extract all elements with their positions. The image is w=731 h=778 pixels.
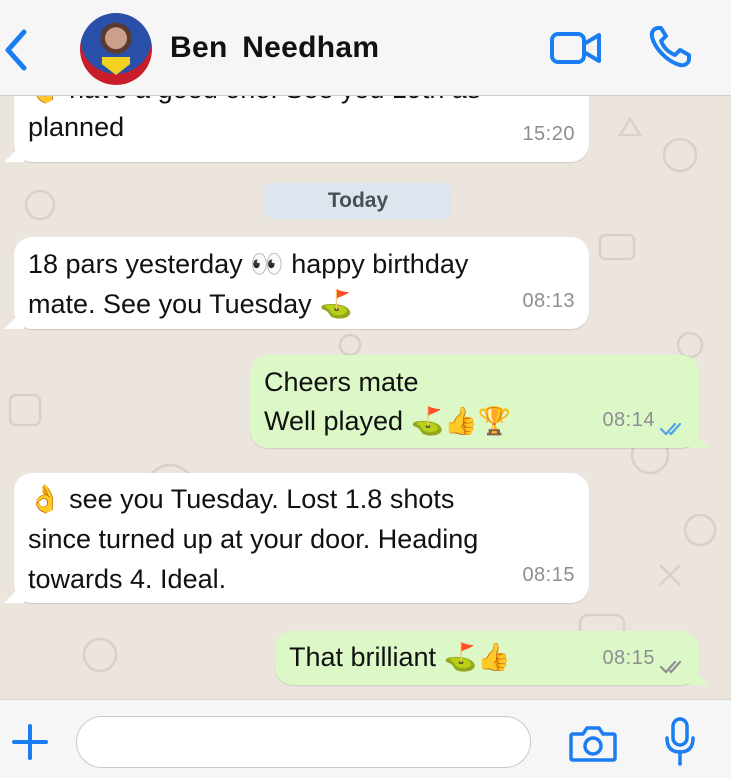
message-bubble-incoming[interactable]: 👌 have a good one. See you 19th as plann… [4,95,589,162]
chat-header: Ben Needham [0,0,731,96]
message-text-line: Well played ⛳👍🏆 [264,406,512,436]
delivered-ticks-icon [659,660,682,674]
message-timestamp: 08:15 [522,564,575,586]
chevron-left-icon [5,29,27,71]
voice-call-button[interactable] [648,25,696,69]
message-timestamp: 08:15 [602,647,655,669]
message-text-line: planned [28,112,125,142]
camera-button[interactable] [568,724,618,764]
contact-avatar[interactable] [80,13,152,85]
message-text-line: since turned up at your door. Heading [28,524,479,554]
message-bubble-incoming[interactable]: 18 pars yesterday 👀 happy birthday mate.… [4,237,589,329]
phone-icon [649,26,691,68]
chat-scroll-area[interactable]: 👌 have a good one. See you 19th as plann… [0,95,731,699]
attach-button[interactable] [10,722,50,762]
date-divider: Today [264,183,452,219]
camera-icon [569,726,617,762]
plus-icon [12,724,48,760]
message-bubble-outgoing[interactable]: That brilliant ⛳👍 08:15 [275,631,709,685]
voice-message-button[interactable] [663,716,697,768]
superman-emblem [102,57,130,75]
message-timestamp: 15:20 [522,123,575,145]
message-text-line: 18 pars yesterday 👀 happy birthday [28,249,469,279]
message-bubble-incoming[interactable]: 👌 see you Tuesday. Lost 1.8 shots since … [4,473,589,603]
message-text-line: That brilliant ⛳👍 [289,642,511,672]
message-text-line: 👌 see you Tuesday. Lost 1.8 shots [28,484,455,514]
message-input[interactable] [76,716,531,768]
message-text-line: mate. See you Tuesday ⛳ [28,289,353,319]
message-bubble-outgoing[interactable]: Cheers mate Well played ⛳👍🏆 08:14 [250,355,709,448]
message-text-line: Cheers mate [264,367,419,397]
video-call-button[interactable] [549,30,603,66]
video-camera-icon [550,32,601,64]
read-ticks-icon [659,422,682,436]
message-timestamp: 08:14 [602,409,655,431]
message-composer [0,699,731,778]
message-text-line: towards 4. Ideal. [28,564,227,594]
microphone-icon [665,717,695,766]
contact-name[interactable]: Ben Needham [170,31,379,65]
message-timestamp: 08:13 [522,290,575,312]
back-button[interactable] [2,28,32,72]
